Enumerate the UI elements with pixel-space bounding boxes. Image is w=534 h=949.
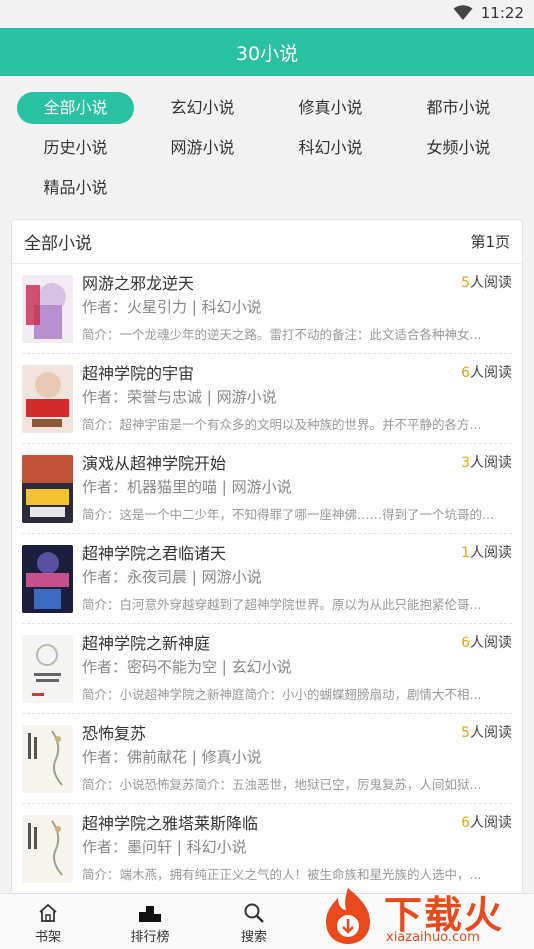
book-intro: 简介：小说超神学院之新神庭简介：小小的蝴蝶翅膀扇动，剧情大不相... (82, 687, 482, 702)
reader-count: 6人阅读 (461, 362, 512, 382)
reader-count-number: 5 (461, 275, 470, 291)
category-tabs: 全部小说 玄幻小说 修真小说 都市小说 历史小说 网游小说 科幻小说 女频小说 … (0, 76, 534, 214)
reader-count-number: 5 (461, 725, 470, 741)
list-header: 全部小说 第1页 (12, 220, 522, 264)
book-intro: 简介：小说恐怖复苏简介：五浊恶世，地狱已空，厉鬼复苏，人间如狱... (82, 777, 482, 792)
podium-icon (139, 906, 161, 922)
book-item[interactable]: 超神学院之新神庭 6人阅读 作者：密码不能为空 | 玄幻小说 简介：小说超神学院… (12, 624, 522, 714)
category-all[interactable]: 全部小说 (17, 92, 134, 124)
category-dushi[interactable]: 都市小说 (400, 92, 517, 124)
watermark-url: xiazaihuo.com (386, 930, 480, 945)
book-meta: 作者：火星引力 | 科幻小说 (82, 298, 262, 316)
book-title: 网游之邪龙逆天 (82, 274, 195, 293)
watermark-logo: 下载火 xiazaihuo.com (316, 880, 534, 949)
nav-search-label: 搜索 (240, 930, 267, 945)
category-lishi[interactable]: 历史小说 (17, 132, 134, 164)
category-xiuzhen[interactable]: 修真小说 (272, 92, 389, 124)
nav-bookshelf[interactable]: 书架 (8, 894, 88, 949)
book-item[interactable]: 超神学院的宇宙 6人阅读 作者：荣誉与忠诚 | 网游小说 简介：超神宇宙是一个有… (12, 354, 522, 444)
book-meta: 作者：荣誉与忠诚 | 网游小说 (82, 388, 277, 406)
book-item[interactable]: 演戏从超神学院开始 3人阅读 作者：机器猫里的喵 | 网游小说 简介：这是一个中… (12, 444, 522, 534)
category-kehuan[interactable]: 科幻小说 (272, 132, 389, 164)
watermark-icon (326, 888, 370, 944)
reader-count-suffix: 人阅读 (470, 815, 512, 831)
reader-count-suffix: 人阅读 (470, 545, 512, 561)
book-title: 超神学院之君临诸天 (82, 544, 227, 563)
nav-ranking[interactable]: 排行榜 (110, 894, 190, 949)
book-meta: 作者：佛前献花 | 修真小说 (82, 748, 262, 766)
book-item[interactable]: 超神学院之君临诸天 1人阅读 作者：永夜司晨 | 网游小说 简介：白河意外穿越穿… (12, 534, 522, 624)
book-intro: 简介：这是一个中二少年，不知得罪了哪一座神佛……得到了一个坑哥的... (82, 507, 494, 522)
book-title: 超神学院的宇宙 (82, 364, 195, 383)
book-item[interactable]: 网游之邪龙逆天 5人阅读 作者：火星引力 | 科幻小说 简介：一个龙魂少年的逆天… (12, 264, 522, 354)
book-cover-image (22, 455, 73, 523)
reader-count: 5人阅读 (461, 722, 512, 742)
book-meta: 作者：永夜司晨 | 网游小说 (82, 568, 262, 586)
app-bar: 30小说 (0, 28, 534, 76)
status-bar: 11:22 (0, 0, 534, 28)
nav-bookshelf-label: 书架 (34, 930, 61, 945)
book-intro: 简介：白河意外穿越穿越到了超神学院世界。原以为从此只能抱紧伦哥... (82, 597, 482, 612)
search-icon (244, 903, 264, 923)
reader-count: 1人阅读 (461, 542, 512, 562)
book-title: 恐怖复苏 (82, 724, 147, 743)
book-cover-image (22, 365, 73, 433)
app-title: 30小说 (235, 42, 299, 65)
book-list-card: 全部小说 第1页 网游之邪龙逆天 5人阅读 作者：火星引力 | 科幻小说 简介：… (11, 219, 523, 919)
reader-count: 5人阅读 (461, 272, 512, 292)
book-title: 超神学院之新神庭 (82, 634, 211, 653)
book-meta: 作者：墨问轩 | 科幻小说 (82, 838, 247, 856)
book-item[interactable]: 恐怖复苏 5人阅读 作者：佛前献花 | 修真小说 简介：小说恐怖复苏简介：五浊恶… (12, 714, 522, 804)
reader-count-suffix: 人阅读 (470, 455, 512, 471)
page-indicator: 第1页 (470, 233, 510, 251)
category-jingpin[interactable]: 精品小说 (17, 172, 134, 204)
reader-count-suffix: 人阅读 (470, 725, 512, 741)
wifi-icon (453, 5, 473, 20)
book-cover-image (22, 635, 73, 703)
nav-search[interactable]: 搜索 (214, 894, 294, 949)
category-wangyou[interactable]: 网游小说 (144, 132, 261, 164)
reader-count-suffix: 人阅读 (470, 635, 512, 651)
reader-count-suffix: 人阅读 (470, 275, 512, 291)
reader-count-number: 6 (461, 365, 470, 381)
book-cover-image (22, 725, 73, 793)
book-cover-image (22, 815, 73, 883)
nav-ranking-label: 排行榜 (130, 930, 170, 945)
book-meta: 作者：密码不能为空 | 玄幻小说 (82, 658, 292, 676)
category-xuanhuan[interactable]: 玄幻小说 (144, 92, 261, 124)
reader-count: 6人阅读 (461, 812, 512, 832)
book-cover-image (22, 275, 73, 343)
category-nvpin[interactable]: 女频小说 (400, 132, 517, 164)
reader-count-number: 3 (461, 455, 470, 471)
book-intro: 简介：超神宇宙是一个有众多的文明以及种族的世界。并不平静的各方... (82, 417, 482, 432)
status-time: 11:22 (480, 4, 524, 22)
reader-count-number: 6 (461, 635, 470, 651)
book-cover-image (22, 545, 73, 613)
book-intro: 简介：一个龙魂少年的逆天之路。雷打不动的备注：此文适合各种神女... (82, 327, 482, 342)
reader-count-number: 1 (461, 545, 470, 561)
book-meta: 作者：机器猫里的喵 | 网游小说 (82, 478, 292, 496)
book-title: 演戏从超神学院开始 (82, 454, 227, 473)
reader-count: 6人阅读 (461, 632, 512, 652)
reader-count-suffix: 人阅读 (470, 365, 512, 381)
home-icon (39, 903, 57, 922)
list-heading: 全部小说 (24, 234, 92, 254)
book-title: 超神学院之雅塔莱斯降临 (82, 814, 259, 833)
reader-count: 3人阅读 (461, 452, 512, 472)
reader-count-number: 6 (461, 815, 470, 831)
